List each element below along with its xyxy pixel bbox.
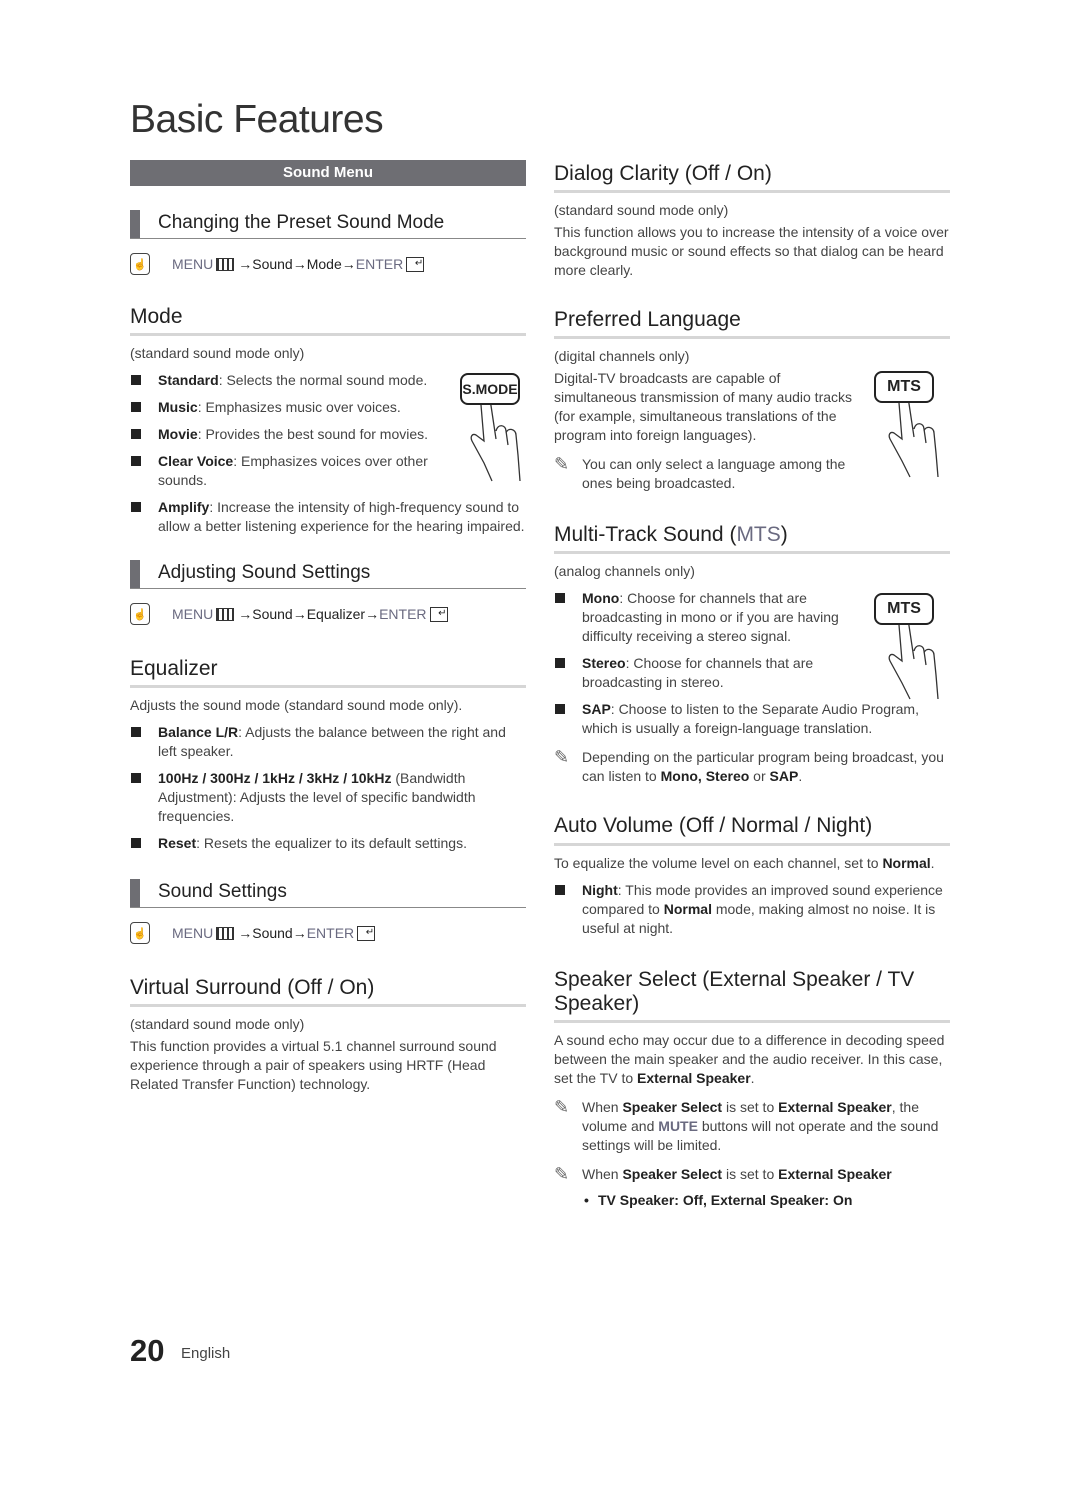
arrow: →: [292, 256, 307, 272]
list-item: Clear Voice: Emphasizes voices over othe…: [130, 452, 526, 490]
menu-grid-icon: [216, 257, 235, 271]
mts-button-icon: MTS: [874, 593, 934, 626]
remote-hand-icon: ☝: [130, 253, 150, 275]
page-number: 20: [130, 1333, 165, 1368]
speaker-text: A sound echo may occur due to a differen…: [554, 1031, 945, 1086]
path-equalizer: Equalizer: [306, 606, 366, 623]
equalizer-intro: Adjusts the sound mode (standard sound m…: [130, 697, 463, 714]
mode-note: (standard sound mode only): [130, 345, 305, 362]
pencil-note-icon: ✎: [554, 747, 570, 768]
speaker-tip-1: ✎ When Speaker Select is set to External…: [554, 1096, 939, 1153]
right-column: Dialog Clarity (Off / On) (standard soun…: [554, 160, 950, 1208]
sound-menu-band: Sound Menu: [130, 160, 526, 186]
subheading-settings: Sound Settings: [130, 877, 526, 909]
menu-label: MENU: [172, 606, 214, 623]
left-column: Sound Menu Changing the Preset Sound Mod…: [130, 160, 526, 1094]
mts-tip: ✎ Depending on the particular program be…: [554, 747, 944, 785]
arrow: →: [238, 256, 253, 272]
list-item: Night: This mode provides an improved so…: [554, 881, 950, 938]
menu-path-preset: ☝ MENU → Sound → Mode → ENTER ↵: [130, 253, 526, 275]
menu-label: MENU: [172, 925, 214, 942]
enter-icon: ↵: [357, 925, 376, 941]
menu-path-settings: ☝ MENU → Sound → ENTER ↵: [130, 922, 526, 945]
auto-intro: To equalize the volume level on each cha…: [554, 854, 935, 871]
enter-label: ENTER: [306, 925, 355, 942]
mts-note: (analog channels only): [554, 563, 695, 580]
menu-grid-icon: [216, 607, 235, 621]
pencil-note-icon: ✎: [554, 454, 570, 475]
menu-grid-icon: [216, 926, 235, 940]
path-sound: Sound: [252, 606, 293, 623]
subheading-adjust: Adjusting Sound Settings: [130, 558, 526, 590]
path-mode: Mode: [306, 256, 342, 272]
arrow: →: [292, 606, 307, 623]
pencil-note-icon: ✎: [554, 1163, 570, 1184]
heading-dialog-clarity: Dialog Clarity (Off / On): [554, 162, 950, 194]
menu-path-adjust: ☝ MENU → Sound → Equalizer → ENTER ↵: [130, 603, 526, 626]
heading-auto-volume: Auto Volume (Off / Normal / Night): [554, 814, 950, 846]
list-item: 100Hz / 300Hz / 1kHz / 3kHz / 10kHz (Ban…: [130, 769, 526, 826]
heading-preferred-language: Preferred Language: [554, 308, 950, 340]
arrow: →: [365, 606, 380, 623]
list-item: Reset: Resets the equalizer to its defau…: [130, 834, 526, 853]
arrow: →: [341, 256, 356, 272]
path-sound: Sound: [252, 256, 293, 272]
pencil-note-icon: ✎: [554, 1096, 570, 1117]
heading-speaker-select: Speaker Select (External Speaker / TV Sp…: [554, 968, 950, 1023]
language-tip: ✎ You can only select a language among t…: [554, 454, 846, 492]
language-note: (digital channels only): [554, 348, 690, 365]
equalizer-list: Balance L/R: Adjusts the balance between…: [130, 723, 526, 853]
enter-label: ENTER: [379, 606, 427, 623]
enter-icon: ↵: [429, 606, 448, 622]
menu-label: MENU: [172, 256, 214, 272]
virtual-note: (standard sound mode only): [130, 1016, 305, 1033]
arrow: →: [292, 925, 307, 942]
heading-virtual-surround: Virtual Surround (Off / On): [130, 976, 526, 1008]
page-language: English: [181, 1345, 231, 1362]
virtual-text: This function provides a virtual 5.1 cha…: [130, 1038, 497, 1093]
page-title: Basic Features: [130, 98, 384, 141]
speaker-bullet: TV Speaker: Off, External Speaker: On: [554, 1192, 950, 1208]
path-sound: Sound: [252, 925, 293, 942]
heading-mts: Multi-Track Sound (MTS): [554, 523, 950, 555]
subheading-preset: Changing the Preset Sound Mode: [130, 208, 526, 239]
remote-hand-icon: ☝: [130, 603, 150, 626]
speaker-tip-2: ✎ When Speaker Select is set to External…: [554, 1163, 892, 1184]
mts-button-icon: MTS: [874, 371, 934, 404]
arrow: →: [238, 925, 253, 942]
smode-button-icon: S.MODE: [460, 373, 520, 406]
remote-hand-icon: ☝: [130, 922, 150, 945]
heading-equalizer: Equalizer: [130, 657, 526, 689]
list-item: Amplify: Increase the intensity of high-…: [130, 498, 526, 536]
enter-label: ENTER: [355, 256, 404, 272]
list-item: Movie: Provides the best sound for movie…: [130, 425, 526, 444]
list-item: SAP: Choose to listen to the Separate Au…: [554, 700, 950, 738]
dialog-text: This function allows you to increase the…: [554, 224, 949, 279]
list-item: Stereo: Choose for channels that are bro…: [554, 654, 950, 692]
heading-mode: Mode: [130, 305, 526, 337]
list-item: Balance L/R: Adjusts the balance between…: [130, 723, 526, 761]
arrow: →: [238, 606, 253, 623]
enter-icon: ↵: [406, 256, 425, 272]
dialog-note: (standard sound mode only): [554, 202, 729, 219]
auto-list: Night: This mode provides an improved so…: [554, 881, 950, 938]
